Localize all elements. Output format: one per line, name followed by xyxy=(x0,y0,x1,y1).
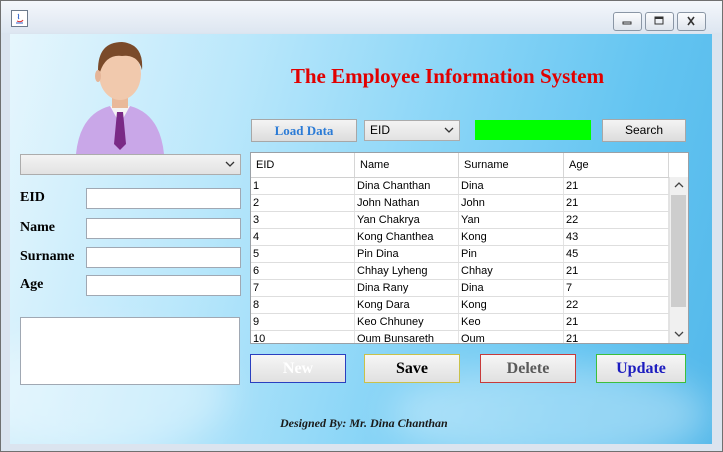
app-title: The Employee Information System xyxy=(290,64,605,88)
cell-name: Kong Dara xyxy=(355,297,459,313)
table-row[interactable]: 2 John Nathan John 21 xyxy=(251,195,669,212)
cell-eid: 8 xyxy=(251,297,355,313)
cell-eid: 6 xyxy=(251,263,355,279)
cell-age: 21 xyxy=(564,178,669,194)
cell-age: 45 xyxy=(564,246,669,262)
table-header: EID Name Surname Age xyxy=(251,153,669,178)
cell-age: 22 xyxy=(564,297,669,313)
cell-age: 21 xyxy=(564,331,669,343)
delete-button[interactable]: Delete xyxy=(480,354,576,383)
table-row[interactable]: 1 Dina Chanthan Dina 21 xyxy=(251,178,669,195)
cell-eid: 1 xyxy=(251,178,355,194)
cell-age: 22 xyxy=(564,212,669,228)
maximize-button[interactable] xyxy=(645,12,674,31)
table-body: 1 Dina Chanthan Dina 21 2 John Nathan John 21 … xyxy=(251,178,669,343)
notes-textarea[interactable] xyxy=(20,317,240,385)
age-field[interactable] xyxy=(86,275,241,296)
search-field-select[interactable]: EID xyxy=(364,120,460,141)
table-row[interactable]: 9 Keo Chhuney Keo 21 xyxy=(251,314,669,331)
column-header-surname[interactable]: Surname xyxy=(459,153,564,177)
employee-avatar-icon xyxy=(76,42,164,154)
eid-field[interactable] xyxy=(86,188,241,209)
chevron-down-icon xyxy=(444,127,454,133)
cell-age: 43 xyxy=(564,229,669,245)
table-row[interactable]: 10 Oum Bunsareth Oum 21 xyxy=(251,331,669,343)
search-input[interactable] xyxy=(475,120,591,140)
minimize-icon xyxy=(622,21,632,25)
cell-surname: Keo xyxy=(459,314,564,330)
save-button[interactable]: Save xyxy=(364,354,460,383)
scrollbar-thumb[interactable] xyxy=(671,195,686,307)
cell-age: 21 xyxy=(564,314,669,330)
surname-label: Surname xyxy=(20,249,75,264)
name-field[interactable] xyxy=(86,218,241,239)
cell-name: Dina Chanthan xyxy=(355,178,459,194)
cell-eid: 7 xyxy=(251,280,355,296)
cell-name: Oum Bunsareth xyxy=(355,331,459,343)
column-header-name[interactable]: Name xyxy=(355,153,459,177)
cell-age: 21 xyxy=(564,195,669,211)
designer-credit: Designed By: Mr. Dina Chanthan xyxy=(280,416,448,430)
cell-name: Keo Chhuney xyxy=(355,314,459,330)
cell-eid: 10 xyxy=(251,331,355,343)
close-button[interactable] xyxy=(677,12,706,31)
load-data-button[interactable]: Load Data xyxy=(251,119,357,142)
cell-age: 21 xyxy=(564,263,669,279)
cell-age: 7 xyxy=(564,280,669,296)
cell-name: Yan Chakrya xyxy=(355,212,459,228)
cell-surname: Kong xyxy=(459,229,564,245)
cell-name: Kong Chanthea xyxy=(355,229,459,245)
name-label: Name xyxy=(20,220,55,235)
cell-surname: Pin xyxy=(459,246,564,262)
cell-eid: 5 xyxy=(251,246,355,262)
app-window: The Employee Information System EID Name… xyxy=(0,0,723,452)
employee-selector[interactable] xyxy=(20,154,241,175)
table-row[interactable]: 5 Pin Dina Pin 45 xyxy=(251,246,669,263)
minimize-button[interactable] xyxy=(613,12,642,31)
table-row[interactable]: 3 Yan Chakrya Yan 22 xyxy=(251,212,669,229)
cell-surname: Dina xyxy=(459,280,564,296)
search-button[interactable]: Search xyxy=(602,119,686,142)
close-icon xyxy=(687,16,695,26)
new-button[interactable]: New xyxy=(250,354,346,383)
table-scrollbar[interactable] xyxy=(669,177,688,343)
surname-field[interactable] xyxy=(86,247,241,268)
cell-name: Chhay Lyheng xyxy=(355,263,459,279)
table-row[interactable]: 4 Kong Chanthea Kong 43 xyxy=(251,229,669,246)
java-app-icon[interactable] xyxy=(11,10,28,27)
eid-label: EID xyxy=(20,190,45,205)
column-header-age[interactable]: Age xyxy=(564,153,669,177)
cell-eid: 2 xyxy=(251,195,355,211)
main-panel: The Employee Information System EID Name… xyxy=(10,34,712,444)
maximize-icon xyxy=(654,16,664,25)
cell-surname: John xyxy=(459,195,564,211)
cell-eid: 4 xyxy=(251,229,355,245)
table-row[interactable]: 8 Kong Dara Kong 22 xyxy=(251,297,669,314)
cell-surname: Dina xyxy=(459,178,564,194)
table-row[interactable]: 7 Dina Rany Dina 7 xyxy=(251,280,669,297)
cell-eid: 9 xyxy=(251,314,355,330)
cell-surname: Kong xyxy=(459,297,564,313)
cell-surname: Yan xyxy=(459,212,564,228)
chevron-down-icon xyxy=(225,161,235,167)
search-field-select-value: EID xyxy=(370,123,391,137)
title-bar[interactable] xyxy=(1,1,722,33)
cell-eid: 3 xyxy=(251,212,355,228)
scroll-down-icon[interactable] xyxy=(674,331,684,337)
scroll-up-icon[interactable] xyxy=(674,182,684,188)
update-button[interactable]: Update xyxy=(596,354,686,383)
employee-table[interactable]: EID Name Surname Age 1 Dina Chanthan Dina 2… xyxy=(250,152,689,344)
table-row[interactable]: 6 Chhay Lyheng Chhay 21 xyxy=(251,263,669,280)
age-label: Age xyxy=(20,277,44,292)
cell-name: Dina Rany xyxy=(355,280,459,296)
cell-surname: Oum xyxy=(459,331,564,343)
cell-name: John Nathan xyxy=(355,195,459,211)
cell-surname: Chhay xyxy=(459,263,564,279)
cell-name: Pin Dina xyxy=(355,246,459,262)
column-header-eid[interactable]: EID xyxy=(251,153,355,177)
